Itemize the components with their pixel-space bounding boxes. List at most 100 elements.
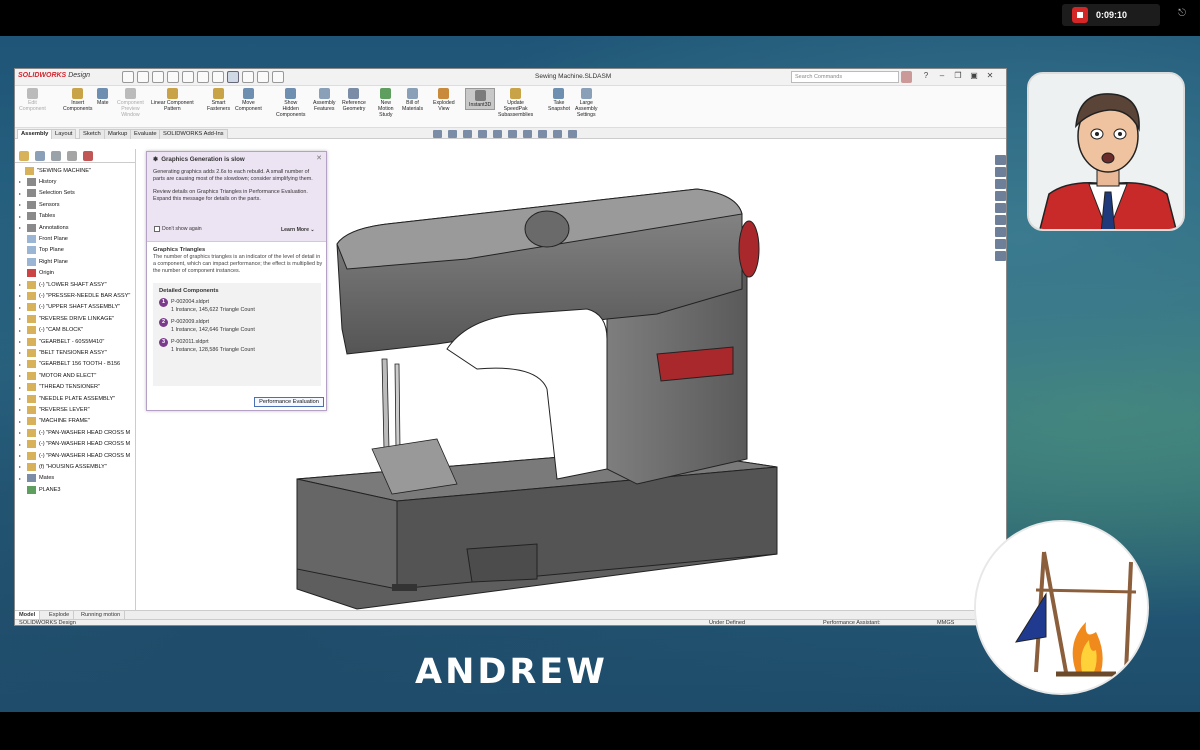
tree-item[interactable]: ▸ Tables: [19, 211, 55, 222]
tree-item[interactable]: "SEWING MACHINE": [17, 165, 91, 176]
expand-icon[interactable]: ▸: [19, 453, 24, 458]
learn-more-link[interactable]: Learn More ⌄: [281, 227, 315, 233]
expand-icon[interactable]: ▸: [19, 214, 24, 219]
tree-item[interactable]: ▸ Mates: [19, 473, 54, 484]
tree-item[interactable]: ▸ "GEARBELT - 60S5M410": [19, 336, 104, 347]
ribbon-command[interactable]: Large Assembly Settings: [575, 88, 598, 118]
ribbon-command[interactable]: Show Hidden Components: [276, 88, 305, 118]
tree-item[interactable]: Right Plane: [19, 256, 68, 267]
expand-icon[interactable]: ▸: [19, 293, 24, 298]
ribbon-command[interactable]: Reference Geometry: [342, 88, 366, 112]
ribbon-command[interactable]: Assembly Features: [313, 88, 336, 112]
open-icon[interactable]: [152, 71, 164, 83]
expand-icon[interactable]: ▸: [19, 179, 24, 184]
ribbon-command[interactable]: Update SpeedPak Subassemblies: [498, 88, 533, 118]
ribbon-command[interactable]: Take Snapshot: [548, 88, 570, 112]
expand-icon[interactable]: ▸: [19, 464, 24, 469]
view-orientation-icon[interactable]: [493, 130, 502, 138]
expand-icon[interactable]: ▸: [19, 442, 24, 447]
tree-item[interactable]: ▸ (-) "PAN-WASHER HEAD CROSS M: [19, 450, 130, 461]
ribbon-command[interactable]: Exploded View: [433, 88, 455, 112]
ribbon-command[interactable]: Instant3D: [465, 88, 496, 110]
expand-icon[interactable]: ▸: [19, 373, 24, 378]
tree-item[interactable]: ▸ "MACHINE FRAME": [19, 416, 90, 427]
stop-recording-button[interactable]: [1072, 7, 1088, 23]
forum-icon[interactable]: [995, 239, 1006, 249]
tree-item[interactable]: ▸ Sensors: [19, 199, 60, 210]
tree-item[interactable]: ▸ "REVERSE DRIVE LINKAGE": [19, 313, 114, 324]
search-commands-input[interactable]: Search Commands: [791, 71, 899, 83]
mbd-icon[interactable]: [995, 251, 1006, 261]
appearance-icon[interactable]: [538, 130, 547, 138]
expand-icon[interactable]: ▸: [19, 407, 24, 412]
component-entry[interactable]: 3 P-002011.sldprt 1 Instance, 128,586 Tria…: [159, 338, 315, 354]
new-doc-icon[interactable]: [137, 71, 149, 83]
home-pane-icon[interactable]: [995, 167, 1006, 177]
expand-icon[interactable]: ▸: [19, 305, 24, 310]
tree-item[interactable]: ▸ Annotations: [19, 222, 69, 233]
expand-icon[interactable]: ▸: [19, 362, 24, 367]
tree-item[interactable]: ▸ History: [19, 176, 56, 187]
redo-icon[interactable]: [212, 71, 224, 83]
tree-item[interactable]: ▸ (-) "CAM BLOCK": [19, 325, 83, 336]
tree-item[interactable]: Origin: [19, 268, 54, 279]
select-icon[interactable]: [227, 71, 239, 83]
ribbon-command[interactable]: Linear Component Pattern: [151, 88, 194, 112]
pin-icon[interactable]: ⎋: [1178, 8, 1186, 19]
expand-icon[interactable]: ▸: [19, 396, 24, 401]
command-tab[interactable]: Layout: [51, 129, 77, 139]
expand-icon[interactable]: ▸: [19, 385, 24, 390]
performance-assistant[interactable]: Performance Assistant:: [823, 620, 881, 625]
zoom-to-fit-icon[interactable]: [433, 130, 442, 138]
tree-item[interactable]: ▸ "REVERSE LEVER": [19, 404, 90, 415]
options-gear-icon[interactable]: [272, 71, 284, 83]
graphics-slow-notification[interactable]: ✽ Graphics Generation is slow ✕ Generati…: [146, 151, 327, 411]
display-manager-icon[interactable]: [83, 151, 93, 161]
section-view-icon[interactable]: [478, 130, 487, 138]
dont-show-again-checkbox[interactable]: Don't show again: [154, 226, 202, 232]
command-tab[interactable]: SOLIDWORKS Add-Ins: [159, 129, 228, 139]
save-icon[interactable]: [167, 71, 179, 83]
ribbon-command[interactable]: Mate: [97, 88, 109, 106]
scene-icon[interactable]: [553, 130, 562, 138]
tree-item[interactable]: ▸ (-) "LOWER SHAFT ASSY": [19, 279, 107, 290]
tree-item[interactable]: ▸ "GEARBELT 156 TOOTH - B156: [19, 359, 120, 370]
tree-item[interactable]: ▸ (-) "PAN-WASHER HEAD CROSS M: [19, 427, 130, 438]
tree-item[interactable]: ▸ (-) "PAN-WASHER HEAD CROSS M: [19, 439, 130, 450]
restore-icon[interactable]: ❐: [953, 70, 963, 82]
component-entry[interactable]: 2 P-002009.sldprt 1 Instance, 142,646 Tria…: [159, 318, 315, 334]
previous-view-icon[interactable]: [463, 130, 472, 138]
tree-item[interactable]: ▸ (f) "HOUSING ASSEMBLY": [19, 461, 107, 472]
tree-item[interactable]: Top Plane: [19, 245, 64, 256]
ribbon-command[interactable]: Component Preview Window: [117, 88, 144, 118]
feature-manager-icon[interactable]: [19, 151, 29, 161]
expand-icon[interactable]: ▸: [19, 339, 24, 344]
tree-item[interactable]: ▸ "THREAD TENSIONER": [19, 382, 100, 393]
performance-evaluation-button[interactable]: Performance Evaluation: [254, 397, 324, 407]
ribbon-command[interactable]: Insert Components: [63, 88, 92, 112]
undo-icon[interactable]: [197, 71, 209, 83]
home-icon[interactable]: [122, 71, 134, 83]
expand-icon[interactable]: ▸: [19, 316, 24, 321]
expand-icon[interactable]: ▸: [19, 328, 24, 333]
tree-item[interactable]: ▸ (-) "UPPER SHAFT ASSEMBLY": [19, 302, 120, 313]
solidworks-resources-icon[interactable]: [995, 155, 1006, 165]
close-icon[interactable]: ✕: [985, 70, 995, 82]
tree-item[interactable]: Front Plane: [19, 233, 68, 244]
expand-icon[interactable]: ▸: [19, 282, 24, 287]
solidworks-logo[interactable]: SOLIDWORKS Design: [18, 72, 90, 79]
design-library-icon[interactable]: [995, 179, 1006, 189]
expand-icon[interactable]: ▸: [19, 476, 24, 481]
display-style-icon[interactable]: [508, 130, 517, 138]
appearances-icon[interactable]: [995, 215, 1006, 225]
expand-icon[interactable]: ▸: [19, 225, 24, 230]
file-explorer-icon[interactable]: [995, 191, 1006, 201]
expand-icon[interactable]: ▸: [19, 419, 24, 424]
tree-item[interactable]: ▸ "BELT TENSIONER ASSY": [19, 347, 107, 358]
custom-properties-icon[interactable]: [995, 227, 1006, 237]
close-icon[interactable]: ✕: [316, 154, 322, 162]
tree-item[interactable]: ▸ "MOTOR AND ELECT": [19, 370, 96, 381]
expand-icon[interactable]: ▸: [19, 191, 24, 196]
expand-icon[interactable]: ▸: [19, 430, 24, 435]
ribbon-command[interactable]: Smart Fasteners: [207, 88, 230, 112]
